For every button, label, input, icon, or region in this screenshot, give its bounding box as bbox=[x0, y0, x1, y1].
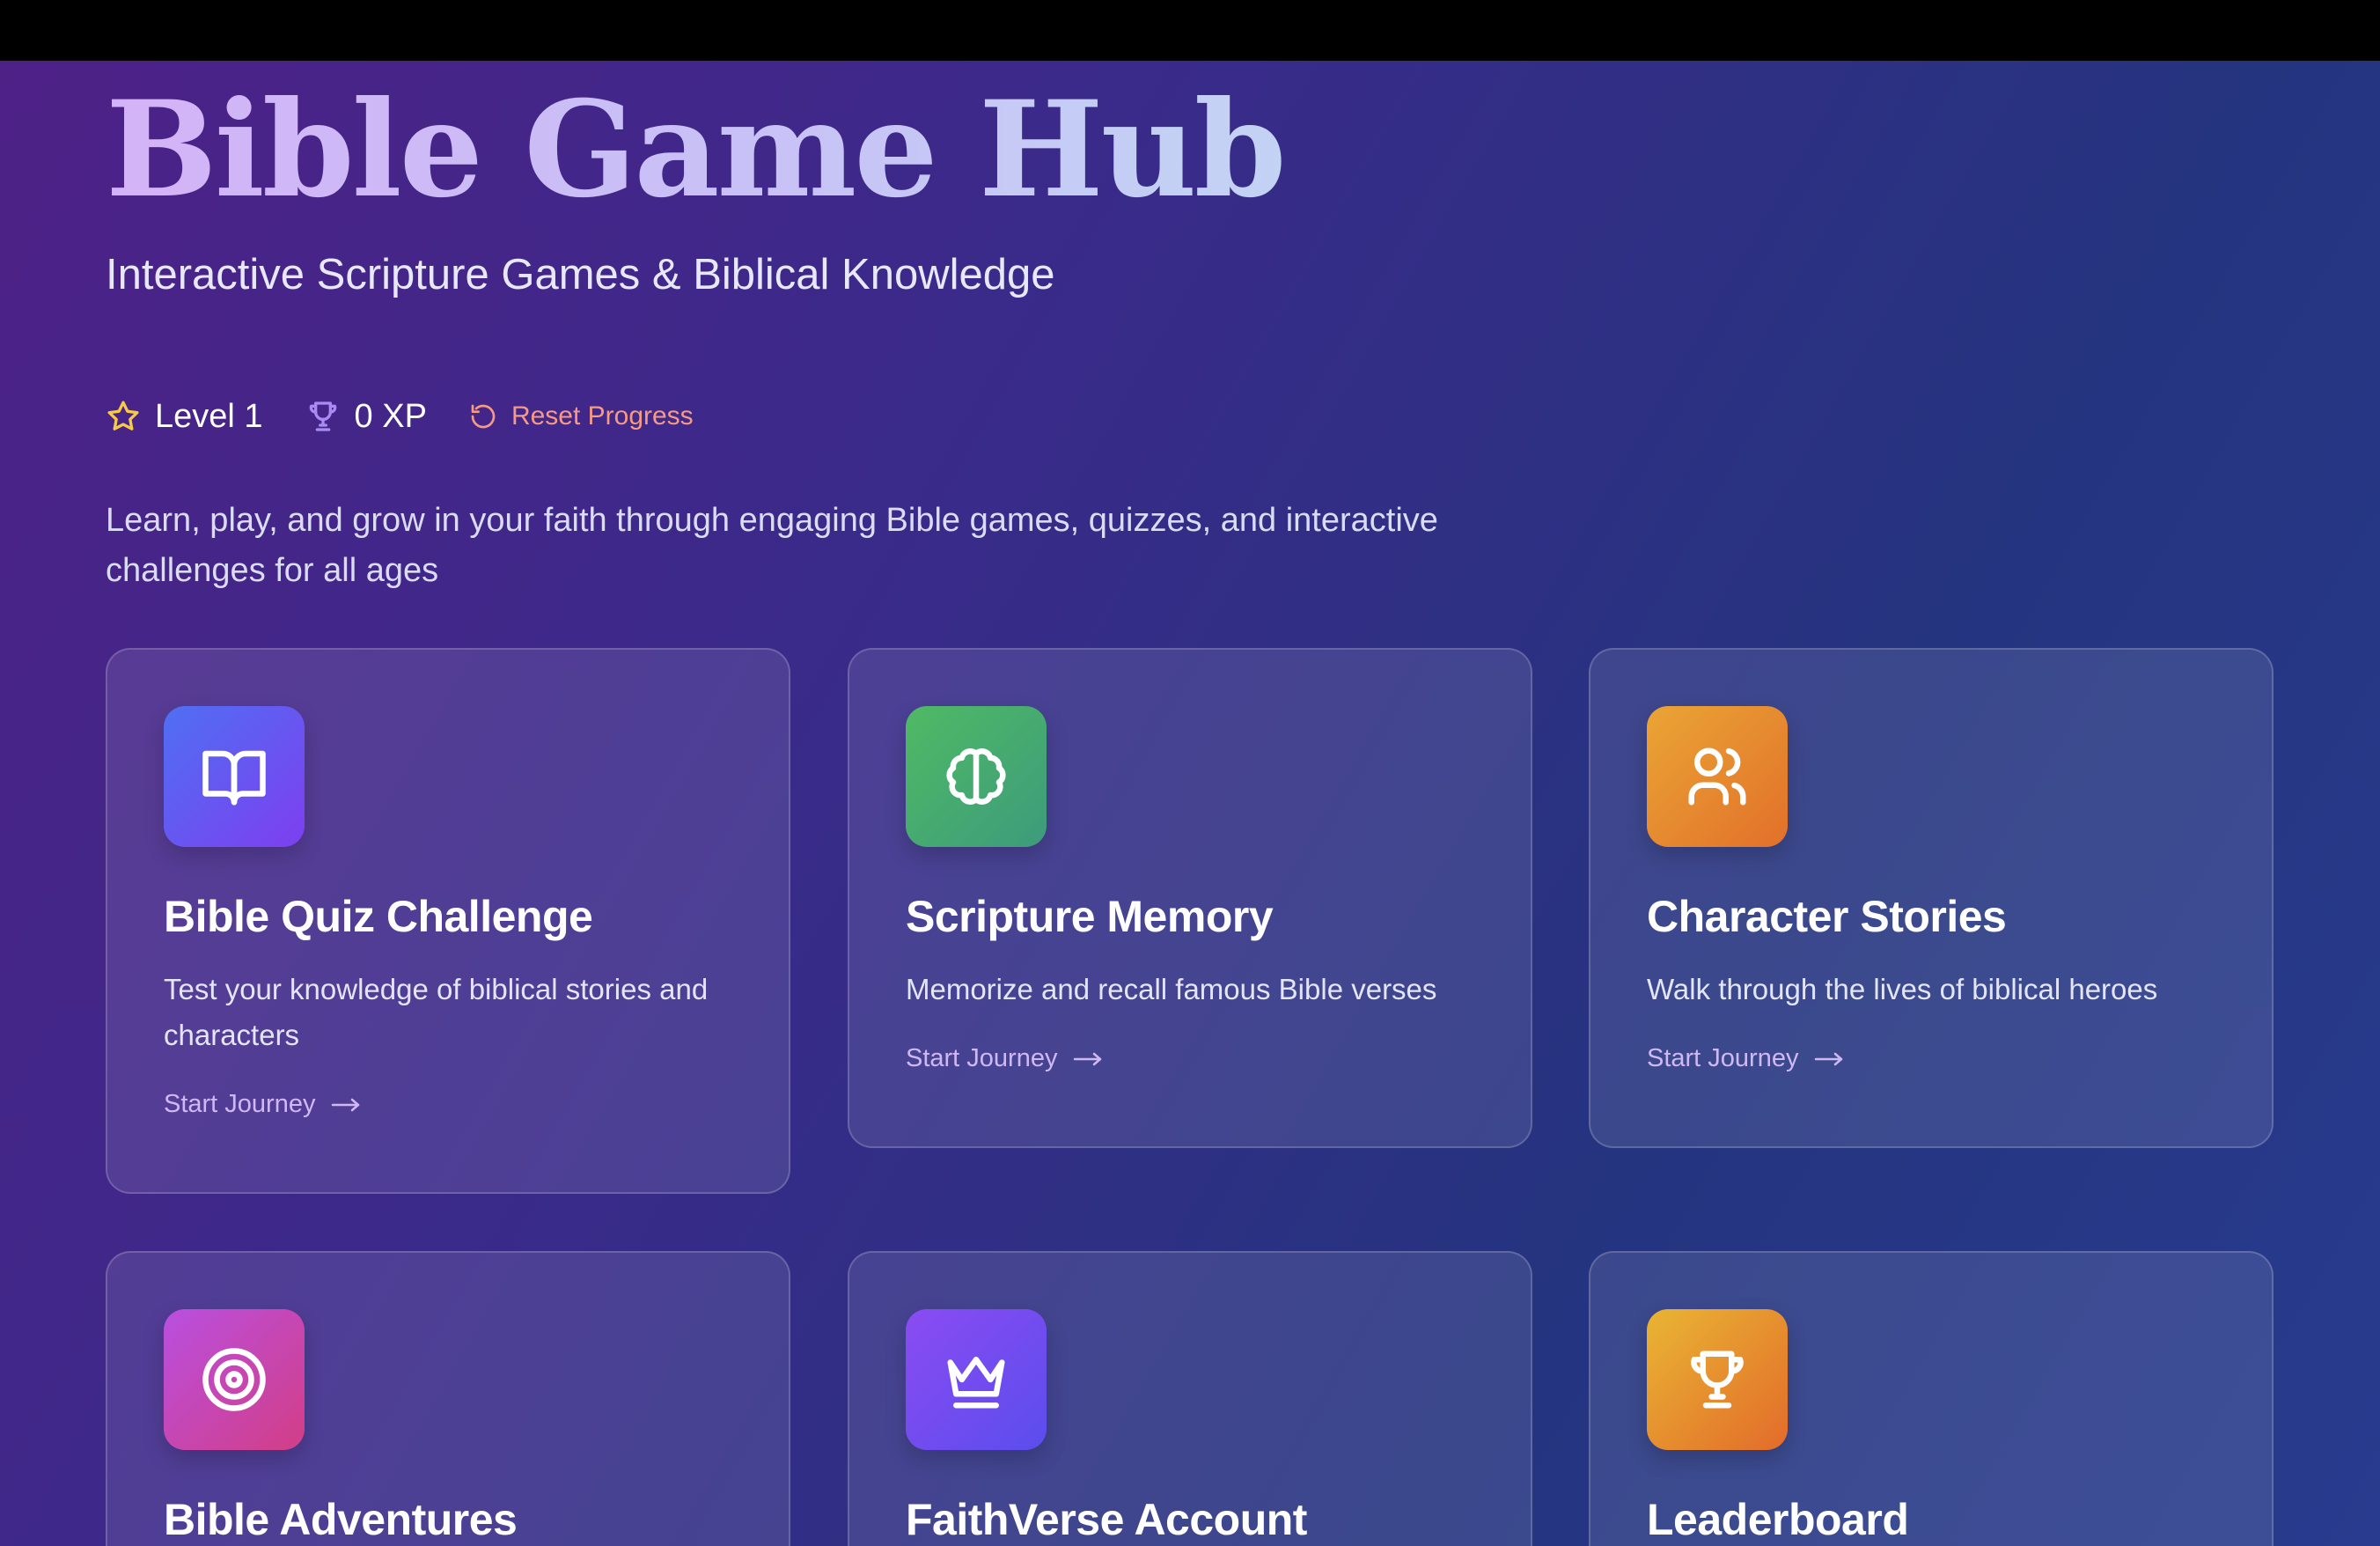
card-title: Leaderboard bbox=[1647, 1495, 1909, 1544]
start-journey-link[interactable]: Start Journey bbox=[1647, 1044, 1844, 1073]
card-icon-box bbox=[906, 706, 1047, 847]
brain-icon bbox=[946, 748, 1006, 805]
trophy-icon bbox=[309, 401, 336, 431]
game-card-bible-quiz[interactable]: Bible Quiz Challenge Test your knowledge… bbox=[106, 648, 790, 1194]
card-title: Scripture Memory bbox=[906, 892, 1274, 941]
book-open-icon bbox=[202, 750, 266, 806]
page-background: Bible Game Hub Interactive Scripture Gam… bbox=[0, 61, 2380, 1546]
top-bar bbox=[0, 0, 2380, 61]
card-title: Character Stories bbox=[1647, 892, 2007, 941]
level-label: Level 1 bbox=[155, 397, 263, 435]
target-icon bbox=[202, 1348, 266, 1411]
game-card-character-stories[interactable]: Character Stories Walk through the lives… bbox=[1589, 648, 2273, 1148]
card-icon-box bbox=[906, 1309, 1047, 1450]
card-title: Bible Quiz Challenge bbox=[164, 892, 593, 941]
start-journey-link[interactable]: Start Journey bbox=[164, 1090, 361, 1119]
rotate-ccw-icon bbox=[471, 404, 496, 429]
arrow-right-icon bbox=[332, 1098, 360, 1111]
card-icon-box bbox=[1647, 706, 1788, 847]
card-icon-box bbox=[164, 706, 305, 847]
start-journey-label: Start Journey bbox=[906, 1044, 1058, 1072]
reset-progress-label: Reset Progress bbox=[511, 401, 694, 431]
level-stat: Level 1 bbox=[106, 398, 263, 436]
page-description: Learn, play, and grow in your faith thro… bbox=[106, 502, 1438, 589]
stats-bar: Level 1 0 XP Reset Progress bbox=[106, 392, 694, 441]
trophy-icon bbox=[1691, 1351, 1744, 1409]
page-subtitle: Interactive Scripture Games & Biblical K… bbox=[106, 251, 1055, 298]
card-icon-box bbox=[164, 1309, 305, 1450]
crown-icon bbox=[947, 1357, 1005, 1409]
star-icon bbox=[107, 401, 139, 431]
card-description: Walk through the lives of biblical heroe… bbox=[1647, 973, 2158, 1005]
arrow-right-icon bbox=[1815, 1052, 1843, 1065]
start-journey-label: Start Journey bbox=[1647, 1044, 1799, 1072]
card-description: Memorize and recall famous Bible verses bbox=[906, 973, 1437, 1005]
game-card-scripture-memory[interactable]: Scripture Memory Memorize and recall fam… bbox=[848, 648, 1532, 1148]
xp-label: 0 XP bbox=[354, 397, 427, 435]
game-card-faithverse-account[interactable]: FaithVerse Account bbox=[848, 1251, 1532, 1546]
page-title: Bible Game Hub bbox=[106, 66, 1287, 233]
arrow-right-icon bbox=[1074, 1052, 1102, 1065]
game-card-bible-adventures[interactable]: Bible Adventures bbox=[106, 1251, 790, 1546]
users-icon bbox=[1688, 747, 1746, 806]
start-journey-label: Start Journey bbox=[164, 1090, 316, 1118]
card-icon-box bbox=[1647, 1309, 1788, 1450]
card-title: Bible Adventures bbox=[164, 1495, 518, 1544]
game-card-leaderboard[interactable]: Leaderboard bbox=[1589, 1251, 2273, 1546]
reset-progress-button[interactable]: Reset Progress bbox=[469, 401, 694, 431]
card-title: FaithVerse Account bbox=[906, 1495, 1307, 1544]
card-description: Test your knowledge of biblical stories … bbox=[164, 973, 709, 1051]
xp-stat: 0 XP bbox=[305, 398, 427, 436]
start-journey-link[interactable]: Start Journey bbox=[906, 1044, 1103, 1073]
